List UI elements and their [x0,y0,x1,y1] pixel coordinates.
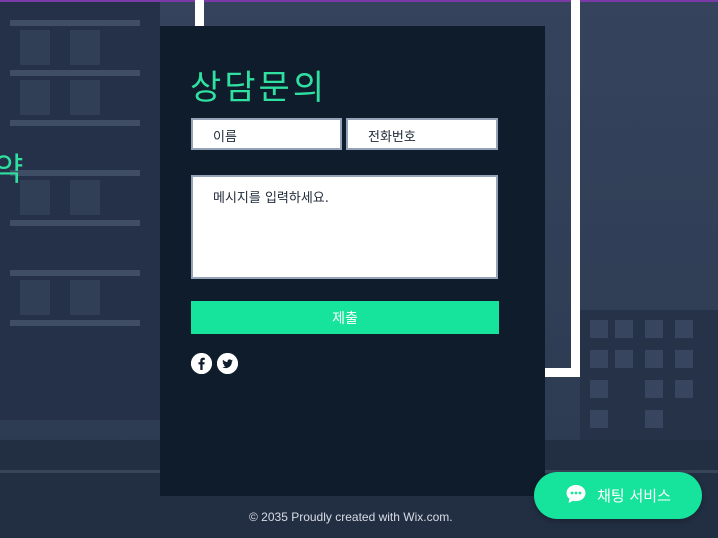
name-input[interactable]: 이름 [191,118,342,150]
top-border [0,0,718,2]
chat-service-label: 채팅 서비스 [597,487,671,505]
phone-input-placeholder: 전화번호 [368,130,416,145]
footer-text: © 2035 Proudly created with Wix.com. [249,510,453,524]
contact-form-panel: 상담문의 이름 전화번호 메시지를 입력하세요. 제출 [160,26,545,496]
side-text: 약 [0,150,24,188]
twitter-icon[interactable] [217,353,238,374]
decorative-frame-bottom [545,368,580,377]
social-bar [191,353,238,374]
submit-button-label: 제출 [332,310,358,327]
decorative-frame-right [571,0,580,377]
facebook-icon[interactable] [191,353,212,374]
form-title: 상담문의 [190,68,328,108]
message-textarea[interactable]: 메시지를 입력하세요. [191,175,498,279]
page: 약 상담문의 이름 전화번호 메시지를 입력하세요. 제출 © 2035 Pro… [0,0,718,538]
decorative-frame-left [195,0,204,26]
chat-bubble-icon [565,483,587,509]
name-input-placeholder: 이름 [213,130,237,145]
phone-input[interactable]: 전화번호 [346,118,498,150]
message-textarea-placeholder: 메시지를 입력하세요. [213,191,329,206]
chat-service-button[interactable]: 채팅 서비스 [534,472,702,519]
submit-button[interactable]: 제출 [191,301,499,334]
